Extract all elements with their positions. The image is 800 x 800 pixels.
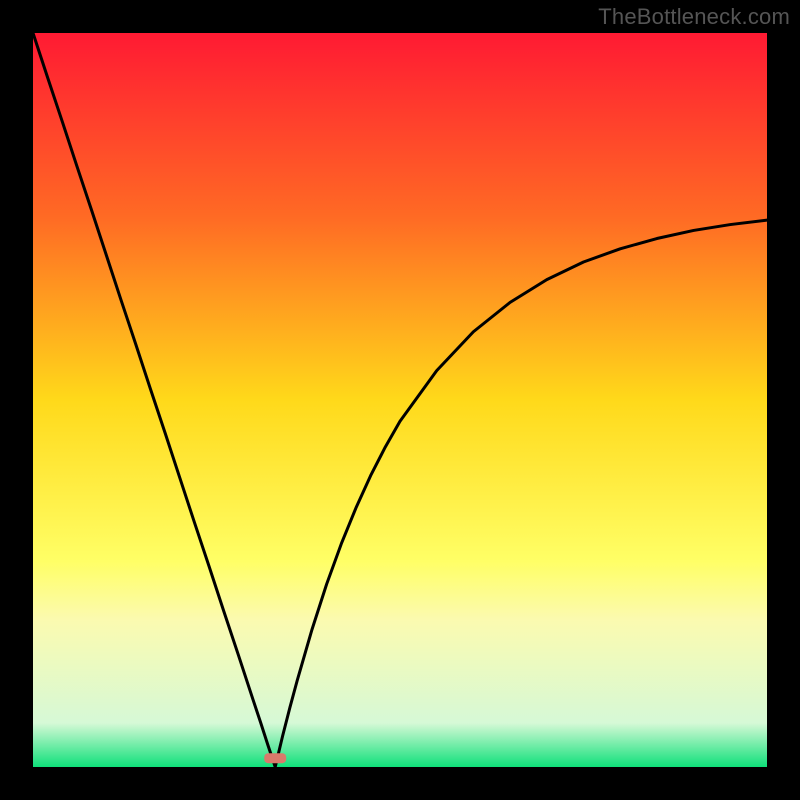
watermark-text: TheBottleneck.com <box>598 4 790 30</box>
plot-area <box>33 33 767 767</box>
minimum-marker <box>264 753 286 763</box>
chart-container: TheBottleneck.com <box>0 0 800 800</box>
chart-svg <box>33 33 767 767</box>
gradient-background <box>33 33 767 767</box>
